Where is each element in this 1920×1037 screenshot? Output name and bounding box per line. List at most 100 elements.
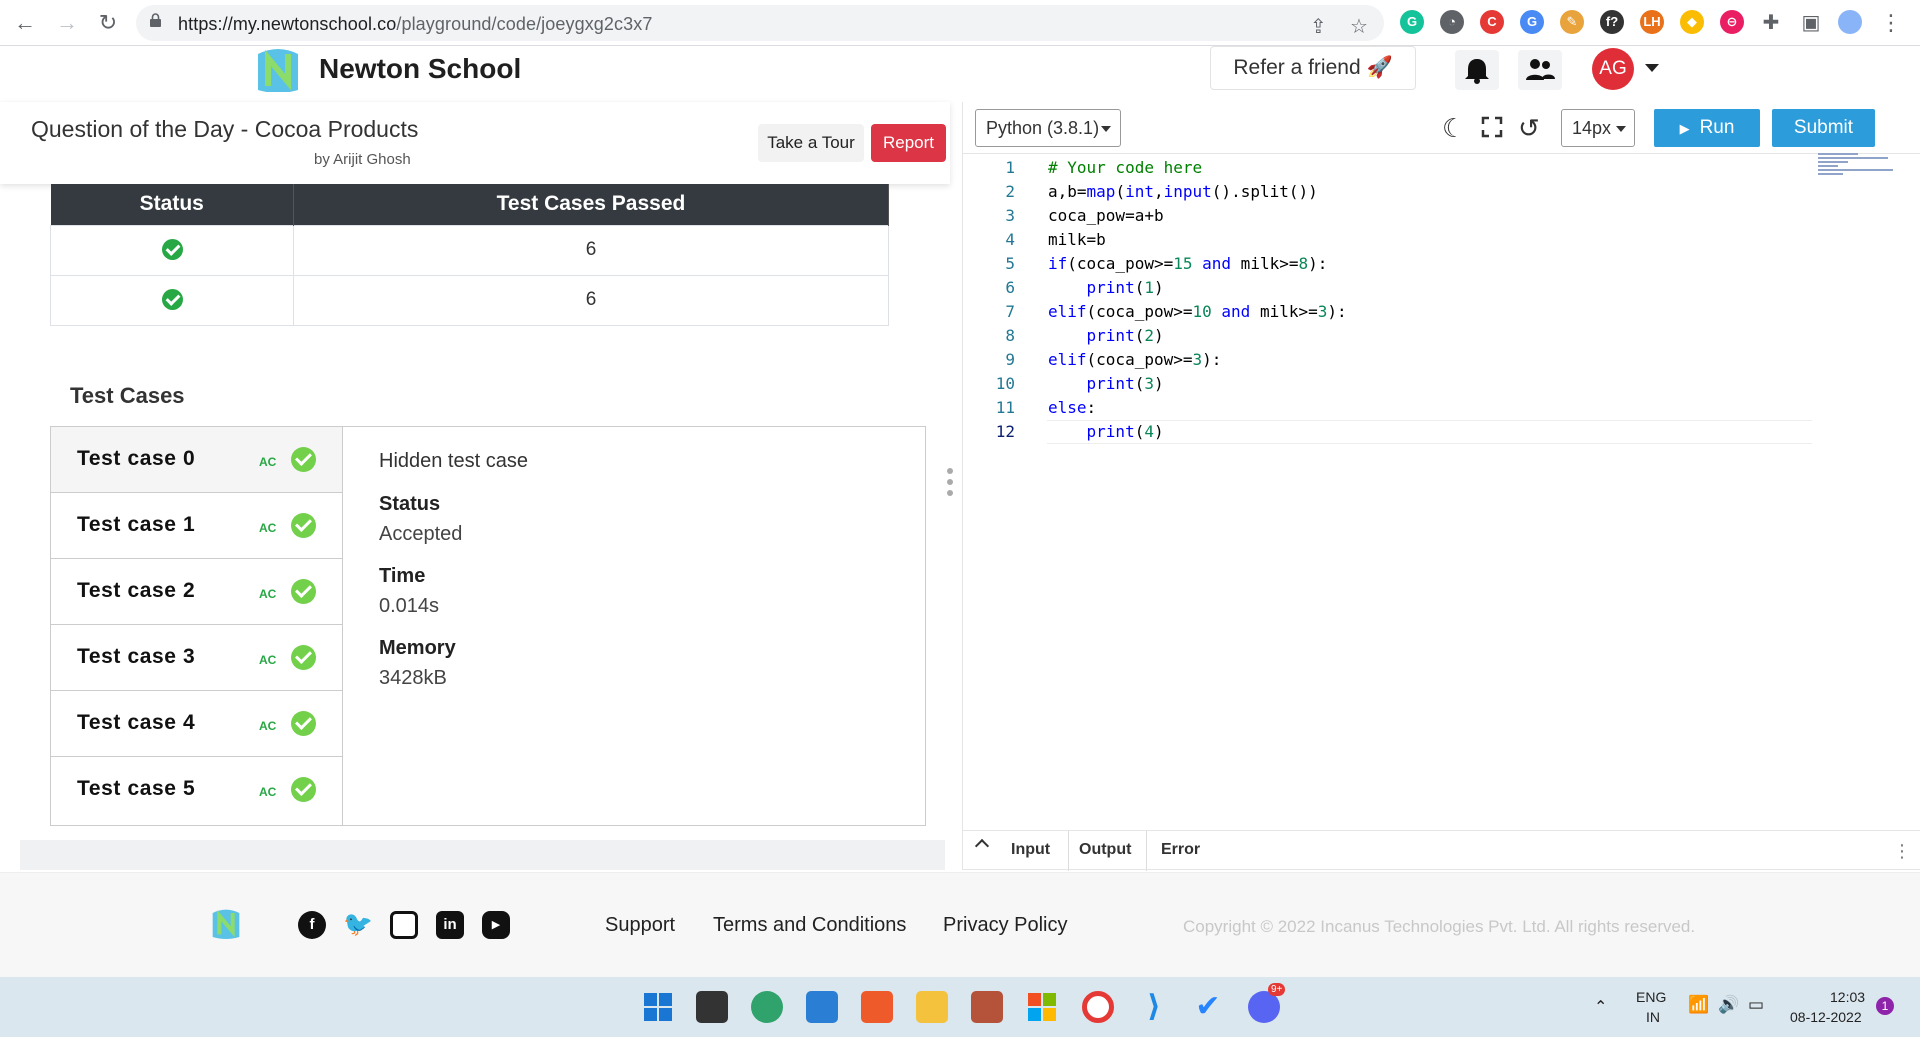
run-button[interactable]: ▶ Run [1654, 109, 1760, 147]
back-arrow-icon[interactable]: ← [10, 8, 40, 38]
test-case-item-1[interactable]: Test case 1 AC [51, 493, 342, 559]
test-case-item-2[interactable]: Test case 2 AC [51, 559, 342, 625]
font-size-select[interactable]: 14px [1561, 109, 1635, 147]
show-hidden-icons-chevron-icon[interactable]: ⌃ [1594, 997, 1607, 1017]
address-bar[interactable]: https://my.newtonschool.co/playground/co… [136, 5, 1384, 41]
user-avatar[interactable]: AG [1592, 48, 1634, 90]
code-line[interactable]: 10 print(3) [963, 372, 1813, 396]
panel-resize-handle[interactable] [947, 468, 955, 502]
test-cases-panel: Test case 0 AC Test case 1 AC Test case … [50, 426, 926, 826]
tab-output[interactable]: Output [1079, 841, 1131, 859]
clock-date[interactable]: 08-12-2022 [1790, 1009, 1862, 1025]
submit-button[interactable]: Submit [1772, 109, 1875, 147]
toggl-icon[interactable]: ⊖ [1720, 10, 1744, 34]
editor-minimap[interactable] [1818, 153, 1900, 179]
notifications-button[interactable] [1455, 50, 1499, 90]
mail-icon[interactable] [806, 991, 838, 1023]
chevron-up-icon[interactable] [974, 838, 990, 854]
translate-icon[interactable]: G [1520, 10, 1544, 34]
language-indicator-bottom[interactable]: IN [1646, 1009, 1660, 1025]
tab-error[interactable]: Error [1161, 841, 1200, 859]
tab-input[interactable]: Input [1011, 841, 1050, 859]
verdict-label: AC [259, 653, 277, 667]
lh-icon[interactable]: LH [1640, 10, 1664, 34]
code-line[interactable]: 4 milk=b [963, 228, 1813, 252]
newton-logo-icon[interactable] [254, 46, 302, 92]
support-link[interactable]: Support [605, 914, 675, 937]
grammarly-icon[interactable]: G [1400, 10, 1424, 34]
test-case-item-0[interactable]: Test case 0 AC [51, 427, 342, 493]
language-select[interactable]: Python (3.8.1) [975, 109, 1121, 147]
reset-code-icon[interactable]: ↺ [1518, 113, 1540, 144]
adblock-icon[interactable]: C [1480, 10, 1504, 34]
twitter-icon[interactable]: 🐦 [343, 911, 373, 939]
test-case-item-4[interactable]: Test case 4 AC [51, 691, 342, 757]
code-line[interactable]: 12 print(4) [963, 420, 1813, 444]
community-button[interactable] [1518, 50, 1562, 90]
dark-mode-moon-icon[interactable]: ☾ [1442, 113, 1465, 144]
wifi-icon[interactable]: 📶 [1688, 995, 1709, 1015]
instagram-icon[interactable] [390, 911, 418, 939]
brand-name[interactable]: Newton School [319, 53, 521, 85]
speed-icon[interactable]: ◔ [1440, 10, 1464, 34]
test-case-title: Hidden test case [379, 450, 528, 472]
chrome-browser-icon[interactable] [1082, 991, 1114, 1023]
media-app-icon[interactable] [971, 991, 1003, 1023]
file-explorer-icon[interactable] [916, 991, 948, 1023]
formula-icon[interactable]: f? [1600, 10, 1624, 34]
test-case-item-5[interactable]: Test case 5 AC [51, 757, 342, 823]
share-icon[interactable]: ⇪ [1310, 14, 1327, 39]
check-circle-icon [291, 645, 316, 670]
todo-check-icon[interactable]: ✔ [1192, 991, 1224, 1023]
battery-icon[interactable]: ▭ [1748, 995, 1764, 1015]
code-line[interactable]: 7 elif(coca_pow>=10 and milk>=3): [963, 300, 1813, 324]
fullscreen-icon[interactable] [1481, 116, 1503, 138]
vscode-icon[interactable]: ⟩ [1138, 991, 1170, 1023]
take-tour-button[interactable]: Take a Tour [758, 124, 864, 162]
code-line[interactable]: 1 # Your code here [963, 156, 1813, 180]
terms-link[interactable]: Terms and Conditions [713, 914, 906, 937]
edge-browser-icon[interactable] [751, 991, 783, 1023]
extensions-puzzle-icon[interactable]: ✚ [1756, 8, 1786, 38]
facebook-icon[interactable]: f [298, 911, 326, 939]
report-button[interactable]: Report [871, 124, 946, 162]
lock-icon [150, 13, 161, 27]
profile-avatar-icon[interactable] [1838, 10, 1862, 34]
code-line[interactable]: 2 a,b=map(int,input().split()) [963, 180, 1813, 204]
microsoft-store-icon[interactable] [1026, 991, 1058, 1023]
line-number: 12 [995, 422, 1015, 441]
test-case-item-3[interactable]: Test case 3 AC [51, 625, 342, 691]
code-line[interactable]: 8 print(2) [963, 324, 1813, 348]
diamond-icon[interactable]: ◆ [1680, 10, 1704, 34]
privacy-link[interactable]: Privacy Policy [943, 914, 1067, 937]
clock-time[interactable]: 12:03 [1830, 989, 1865, 1005]
profile-dropdown-chevron-icon[interactable] [1645, 64, 1659, 72]
code-line[interactable]: 9 elif(coca_pow>=3): [963, 348, 1813, 372]
code-line[interactable]: 11 else: [963, 396, 1813, 420]
code-line[interactable]: 5 if(coca_pow>=15 and milk>=8): [963, 252, 1813, 276]
bookmark-star-icon[interactable]: ☆ [1350, 14, 1368, 39]
windows-start-icon[interactable] [642, 991, 674, 1023]
youtube-icon[interactable]: ▶ [482, 911, 510, 939]
language-indicator-top[interactable]: ENG [1636, 989, 1666, 1005]
more-dots-icon[interactable]: ⋮ [1893, 841, 1911, 862]
code-text: print(2) [1086, 326, 1164, 345]
newton-logo-icon[interactable] [210, 907, 242, 939]
linkedin-icon[interactable]: in [436, 911, 464, 939]
brave-browser-icon[interactable] [861, 991, 893, 1023]
code-line[interactable]: 3 coca_pow=a+b [963, 204, 1813, 228]
forward-arrow-icon[interactable]: → [52, 8, 82, 38]
pen-icon[interactable]: ✎ [1560, 10, 1584, 34]
menu-kebab-icon[interactable]: ⋮ [1876, 8, 1906, 38]
refer-friend-button[interactable]: Refer a friend 🚀 [1210, 46, 1416, 90]
io-tab-bar: Input Output Error ⋮ [963, 830, 1920, 871]
run-label: Run [1699, 117, 1735, 138]
task-view-icon[interactable] [696, 991, 728, 1023]
code-line[interactable]: 6 print(1) [963, 276, 1813, 300]
reload-icon[interactable]: ↻ [93, 8, 123, 38]
volume-icon[interactable]: 🔊 [1718, 995, 1739, 1015]
side-panel-icon[interactable]: ▣ [1796, 8, 1826, 38]
notification-count[interactable]: 1 [1876, 997, 1894, 1015]
discord-icon[interactable]: 9+ [1248, 983, 1286, 1023]
test-cases-heading: Test Cases [70, 383, 185, 408]
